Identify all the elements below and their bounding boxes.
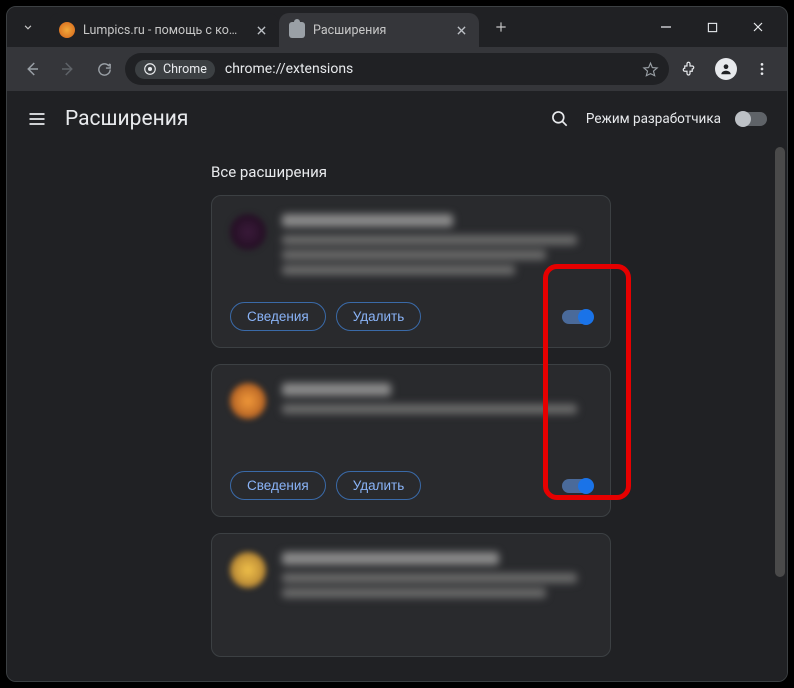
extension-card bbox=[211, 533, 611, 657]
dev-mode-toggle[interactable] bbox=[737, 112, 767, 126]
plus-icon bbox=[494, 20, 508, 34]
omnibox-url: chrome://extensions bbox=[225, 61, 632, 77]
dots-vertical-icon bbox=[754, 61, 770, 77]
window-controls bbox=[643, 7, 781, 47]
chrome-icon bbox=[143, 62, 157, 76]
tab-title: Lumpics.ru - помощь с компь bbox=[83, 23, 245, 38]
chevron-down-icon bbox=[21, 20, 35, 34]
new-tab-button[interactable] bbox=[487, 13, 515, 41]
tab-extensions[interactable]: Расширения bbox=[279, 13, 479, 47]
reload-button[interactable] bbox=[89, 54, 119, 84]
profile-button[interactable] bbox=[711, 54, 741, 84]
extension-icon bbox=[230, 214, 266, 250]
maximize-button[interactable] bbox=[689, 7, 735, 47]
forward-button[interactable] bbox=[53, 54, 83, 84]
close-icon bbox=[257, 26, 266, 35]
extensions-button[interactable] bbox=[675, 54, 705, 84]
minimize-button[interactable] bbox=[643, 7, 689, 47]
menu-button[interactable] bbox=[747, 54, 777, 84]
enable-toggle[interactable] bbox=[562, 479, 592, 493]
chrome-badge-label: Chrome bbox=[163, 62, 207, 77]
page-header: Расширения Режим разработчика bbox=[7, 91, 787, 147]
remove-button[interactable]: Удалить bbox=[336, 302, 422, 331]
tab-title: Расширения bbox=[313, 23, 445, 38]
search-icon bbox=[550, 109, 570, 129]
close-icon bbox=[457, 26, 466, 35]
scroll-thumb[interactable] bbox=[775, 147, 785, 577]
page-title: Расширения bbox=[65, 107, 188, 131]
search-button[interactable] bbox=[550, 109, 570, 129]
favicon-extensions bbox=[289, 22, 305, 38]
person-icon bbox=[719, 62, 733, 76]
hamburger-button[interactable] bbox=[27, 109, 47, 129]
tab-close-button[interactable] bbox=[253, 22, 269, 38]
titlebar: Lumpics.ru - помощь с компь Расширения bbox=[7, 7, 787, 47]
extension-card: Сведения Удалить bbox=[211, 195, 611, 348]
arrow-right-icon bbox=[59, 60, 77, 78]
content: Все расширения Сведения Удалить Сведения Уд… bbox=[7, 147, 787, 681]
tabs: Lumpics.ru - помощь с компь Расширения bbox=[49, 7, 479, 47]
toolbar: Chrome chrome://extensions bbox=[7, 47, 787, 91]
extension-icon bbox=[230, 383, 266, 419]
close-icon bbox=[752, 21, 764, 33]
extension-card: Сведения Удалить bbox=[211, 364, 611, 517]
maximize-icon bbox=[707, 22, 718, 33]
section-title: Все расширения bbox=[211, 163, 773, 181]
dev-mode-label: Режим разработчика bbox=[586, 111, 721, 127]
extension-icon bbox=[230, 552, 266, 588]
arrow-left-icon bbox=[23, 60, 41, 78]
chrome-badge: Chrome bbox=[135, 60, 215, 79]
tab-lumpics[interactable]: Lumpics.ru - помощь с компь bbox=[49, 13, 279, 47]
minimize-icon bbox=[660, 21, 672, 33]
back-button[interactable] bbox=[17, 54, 47, 84]
extension-text-blurred bbox=[282, 214, 592, 284]
extension-text-blurred bbox=[282, 383, 592, 453]
extension-text-blurred bbox=[282, 552, 592, 622]
details-button[interactable]: Сведения bbox=[230, 471, 326, 500]
omnibox[interactable]: Chrome chrome://extensions bbox=[125, 53, 669, 85]
scrollbar[interactable] bbox=[773, 147, 787, 681]
remove-button[interactable]: Удалить bbox=[336, 471, 422, 500]
tab-search-button[interactable] bbox=[17, 16, 39, 38]
tab-close-button[interactable] bbox=[453, 22, 469, 38]
details-button[interactable]: Сведения bbox=[230, 302, 326, 331]
favicon-lumpics bbox=[59, 22, 75, 38]
close-window-button[interactable] bbox=[735, 7, 781, 47]
star-icon[interactable] bbox=[642, 61, 659, 78]
browser-window: Lumpics.ru - помощь с компь Расширения bbox=[6, 6, 788, 682]
hamburger-icon bbox=[27, 109, 47, 129]
extension-list: Сведения Удалить Сведения Удалить bbox=[211, 195, 611, 657]
puzzle-icon bbox=[681, 60, 699, 78]
enable-toggle[interactable] bbox=[562, 310, 592, 324]
reload-icon bbox=[96, 61, 113, 78]
